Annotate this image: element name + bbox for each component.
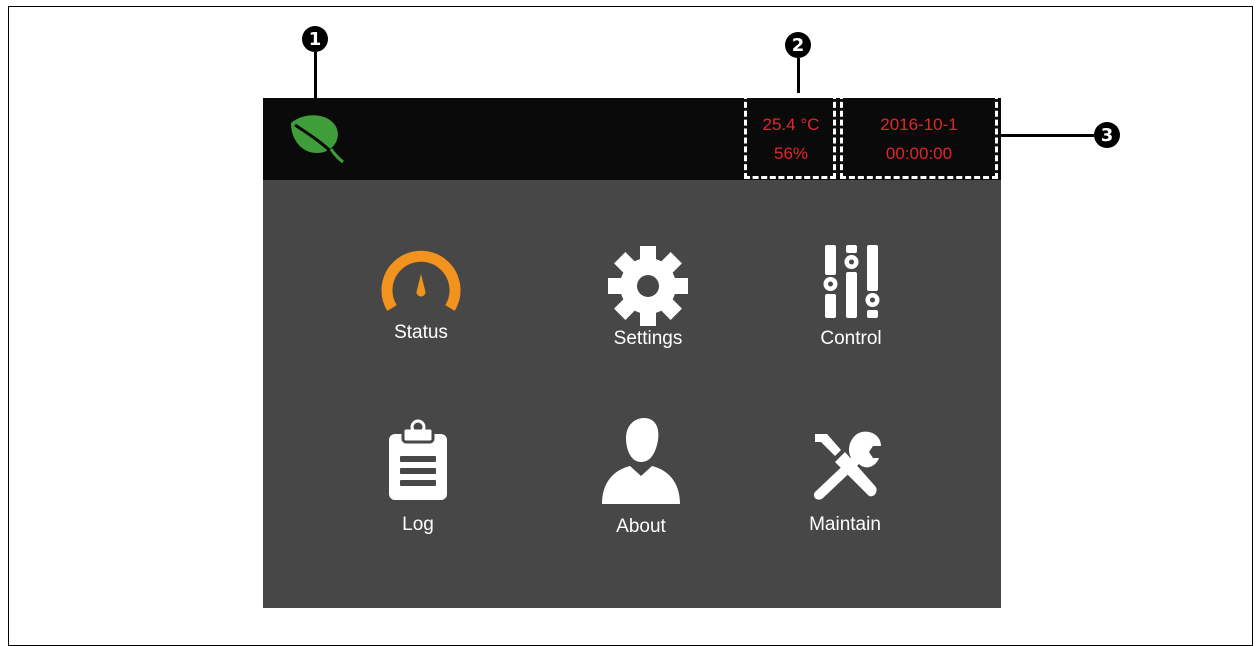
tools-icon: [813, 431, 881, 500]
menu-status-label: Status: [394, 322, 448, 343]
clipboard-icon: [389, 419, 447, 500]
menu-log-label: Log: [402, 514, 434, 535]
callout-2-leader: [797, 58, 800, 94]
menu-status-button[interactable]: Status: [341, 246, 501, 376]
gauge-icon: [381, 250, 461, 311]
menu-about-label: About: [616, 516, 666, 537]
menu-control-label: Control: [820, 328, 882, 349]
user-icon: [602, 418, 680, 504]
menu-maintain-label: Maintain: [809, 514, 881, 535]
menu-control-button[interactable]: Control: [771, 243, 931, 373]
menu-log-button[interactable]: Log: [338, 418, 498, 548]
menu-settings-label: Settings: [613, 328, 683, 349]
callout-3-highlight: [840, 93, 998, 179]
callout-3: 3: [1094, 122, 1120, 148]
menu-about-button[interactable]: About: [561, 416, 721, 546]
callout-3-leader: [998, 134, 1094, 137]
sliders-icon: [823, 245, 880, 318]
gear-icon: [608, 246, 688, 326]
menu-maintain-button[interactable]: Maintain: [765, 428, 925, 558]
leaf-logo-icon: [291, 115, 344, 164]
menu-settings-button[interactable]: Settings: [568, 246, 728, 376]
callout-2: 2: [785, 32, 811, 58]
callout-1: 1: [302, 26, 328, 52]
callout-2-highlight: [744, 93, 836, 179]
